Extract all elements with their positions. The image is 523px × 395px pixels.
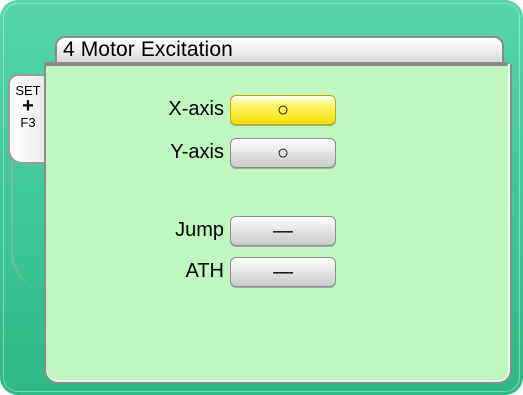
ath-toggle-button[interactable]: — xyxy=(230,257,336,287)
ath-label: ATH xyxy=(185,260,224,282)
page-title: 4 Motor Excitation xyxy=(63,38,233,61)
jump-toggle-button[interactable]: — xyxy=(230,216,336,246)
side-tab-f3-label: F3 xyxy=(20,115,36,130)
x-axis-toggle-button[interactable]: ○ xyxy=(230,95,336,125)
y-axis-toggle-button[interactable]: ○ xyxy=(230,138,336,168)
x-axis-label: X-axis xyxy=(168,98,224,120)
jump-label: Jump xyxy=(175,219,224,241)
side-tab-plus-icon: + xyxy=(22,95,34,117)
y-axis-label: Y-axis xyxy=(170,141,224,163)
